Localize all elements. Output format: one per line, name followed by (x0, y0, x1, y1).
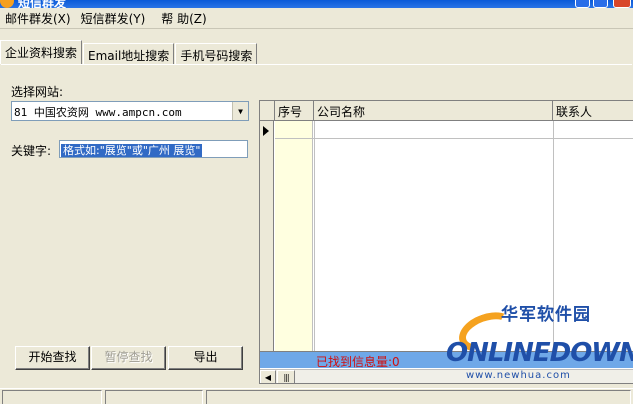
results-count-text: 已找到信息量:0 (316, 355, 400, 369)
menu-sms-broadcast[interactable]: 短信群发(Y) (76, 10, 151, 27)
keyword-input-value: 格式如:"展览"或"广州 展览" (61, 144, 203, 157)
watermark-logo-text: ONLINEDOWN (446, 338, 633, 368)
column-header-company[interactable]: 公司名称 (314, 101, 553, 120)
grid-corner (260, 101, 275, 120)
menu-help[interactable]: 帮 助(Z) (156, 10, 211, 27)
app-icon (0, 0, 14, 8)
watermark-logo: 华军软件园 ONLINEDOWN www.newhua.com (446, 300, 633, 390)
site-select-value: 81 中国农资网 www.ampcn.com (14, 106, 182, 119)
status-panel (206, 390, 631, 404)
tab-strip: 企业资料搜索 Email地址搜索 手机号码搜索 (0, 40, 258, 64)
title-bar: 短信群发 (0, 0, 633, 8)
export-button[interactable]: 导出 (168, 346, 243, 370)
column-header-seq[interactable]: 序号 (275, 101, 314, 120)
close-button[interactable] (613, 0, 631, 8)
maximize-button[interactable] (593, 0, 608, 8)
pause-search-button[interactable]: 暂停查找 (91, 346, 166, 370)
scroll-left-icon[interactable]: ◀ (260, 370, 276, 383)
grid-header: 序号 公司名称 联系人 (260, 101, 633, 121)
watermark-url: www.newhua.com (466, 370, 571, 381)
seq-column (275, 121, 313, 351)
status-panel (105, 390, 203, 404)
menu-email-broadcast[interactable]: 邮件群发(X) (0, 10, 76, 27)
keyword-label: 关键字: (11, 144, 52, 158)
tab-company-search[interactable]: 企业资料搜索 (0, 40, 83, 64)
status-panel (2, 390, 102, 404)
current-row-arrow-icon (263, 126, 269, 136)
chevron-down-icon[interactable]: ▼ (232, 102, 248, 120)
grid-column-divider (314, 121, 315, 351)
keyword-input[interactable]: 格式如:"展览"或"广州 展览" (59, 140, 248, 158)
grid-row-divider (275, 138, 633, 139)
watermark-cn-name: 华军软件园 (501, 305, 591, 325)
site-label: 选择网站: (11, 85, 64, 99)
column-header-contact[interactable]: 联系人 (553, 101, 633, 120)
window-title: 短信群发 (18, 0, 67, 8)
start-search-button[interactable]: 开始查找 (15, 346, 90, 370)
scrollbar-thumb[interactable]: ||| (277, 370, 295, 383)
tab-mobile-search[interactable]: 手机号码搜索 (175, 43, 258, 64)
tab-email-search[interactable]: Email地址搜索 (83, 43, 175, 64)
status-bar (0, 388, 633, 404)
site-select[interactable]: 81 中国农资网 www.ampcn.com ▼ (11, 101, 249, 121)
row-indicator-column (260, 121, 274, 351)
menu-bar: 邮件群发(X) 短信群发(Y) 帮 助(Z) (0, 9, 633, 29)
minimize-button[interactable] (575, 0, 590, 8)
